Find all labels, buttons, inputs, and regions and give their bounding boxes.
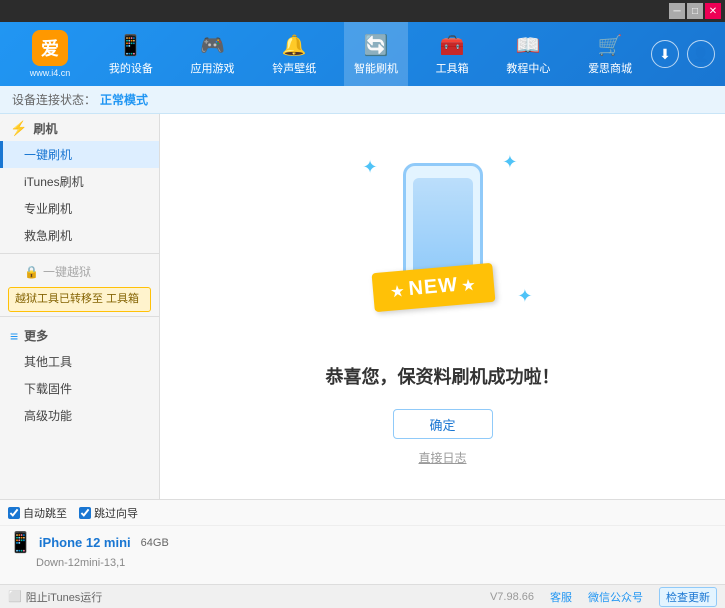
nav-label-app-games: 应用游戏 xyxy=(191,60,235,76)
sparkle-1: ✦ xyxy=(363,157,378,178)
jailbreak-label: 一键越狱 xyxy=(43,263,91,280)
bottom-area: 自动跳至 跳过向导 📱 iPhone 12 mini 64GB Down-12m… xyxy=(0,499,725,584)
header: 爱 www.i4.cn 📱 我的设备 🎮 应用游戏 🔔 铃声壁纸 🔄 智能刷机 🧰 工具箱 📖 教程中… xyxy=(0,22,725,86)
nav-label-smart-flash: 智能刷机 xyxy=(354,60,398,76)
flash-section-label: 刷机 xyxy=(33,120,57,137)
sidebar-item-itunes-flash[interactable]: iTunes刷机 xyxy=(0,168,159,195)
more-section-label: 更多 xyxy=(24,327,48,344)
nav-label-ringtones: 铃声壁纸 xyxy=(272,60,316,76)
nav-item-ringtones[interactable]: 🔔 铃声壁纸 xyxy=(262,22,326,86)
go-again-link[interactable]: 直接日志 xyxy=(418,449,466,466)
sidebar-note-jailbreak: 越狱工具已转移至 工具箱 xyxy=(8,287,151,312)
maximize-button[interactable]: □ xyxy=(687,3,703,19)
sidebar: ⚡ 刷机 一键刷机 iTunes刷机 专业刷机 救急刷机 🔒 一键越狱 越狱工具… xyxy=(0,114,160,499)
sidebar-item-advanced[interactable]: 高级功能 xyxy=(0,402,159,429)
nav-label-toolbox: 工具箱 xyxy=(436,60,469,76)
via-guide-label: 跳过向导 xyxy=(94,505,138,521)
nav-icon-smart-flash: 🔄 xyxy=(364,33,389,58)
sidebar-item-one-click-flash[interactable]: 一键刷机 xyxy=(0,141,159,168)
nav-icon-my-device: 📱 xyxy=(118,33,143,58)
phone-screen xyxy=(413,178,473,278)
main-layout: ⚡ 刷机 一键刷机 iTunes刷机 专业刷机 救急刷机 🔒 一键越狱 越狱工具… xyxy=(0,114,725,499)
sparkle-2: ✦ xyxy=(502,152,517,173)
sparkle-3: ✦ xyxy=(517,286,532,307)
version-text: V7.98.66 xyxy=(490,591,534,603)
sidebar-section-flash: ⚡ 刷机 xyxy=(0,114,159,141)
nav-item-app-games[interactable]: 🎮 应用游戏 xyxy=(181,22,245,86)
footer-bar: ⬜ 阻止iTunes运行 V7.98.66 客服 微信公众号 检查更新 xyxy=(0,584,725,608)
checkbox-row: 自动跳至 跳过向导 xyxy=(0,500,725,526)
itunes-label: 阻止iTunes运行 xyxy=(26,589,103,605)
status-bar: 设备连接状态： 正常模式 xyxy=(0,86,725,114)
customer-service-link[interactable]: 客服 xyxy=(550,589,572,605)
sidebar-item-other-tools[interactable]: 其他工具 xyxy=(0,348,159,375)
via-guide-input[interactable] xyxy=(79,507,91,519)
device-icon: 📱 xyxy=(8,530,33,555)
nav-icon-tutorial: 📖 xyxy=(516,33,541,58)
sidebar-divider-1 xyxy=(0,253,159,254)
sidebar-item-download-fw[interactable]: 下载固件 xyxy=(0,375,159,402)
auto-jump-label: 自动跳至 xyxy=(23,505,67,521)
logo-url: www.i4.cn xyxy=(30,68,71,78)
nav-label-my-device: 我的设备 xyxy=(109,60,153,76)
nav-item-tutorial[interactable]: 📖 教程中心 xyxy=(496,22,560,86)
itunes-status[interactable]: ⬜ 阻止iTunes运行 xyxy=(8,589,102,605)
nav-label-shop: 爱思商城 xyxy=(588,60,632,76)
content-area: ✦ ✦ ✦ NEW 恭喜您，保资料刷机成功啦！ 确定 直接日志 xyxy=(160,114,725,499)
nav-icon-app-games: 🎮 xyxy=(200,33,225,58)
new-ribbon: NEW xyxy=(371,263,495,312)
sidebar-disabled-jailbreak: 🔒 一键越狱 xyxy=(0,258,159,285)
itunes-icon: ⬜ xyxy=(8,590,22,603)
sidebar-divider-2 xyxy=(0,316,159,317)
nav-item-my-device[interactable]: 📱 我的设备 xyxy=(99,22,163,86)
device-name: iPhone 12 mini xyxy=(39,535,131,550)
title-bar: ─ □ ✕ xyxy=(0,0,725,22)
logo-icon: 爱 xyxy=(32,30,68,66)
device-model-row: Down-12mini-13,1 xyxy=(0,557,725,569)
sidebar-section-more: ≡ 更多 xyxy=(0,321,159,348)
nav-label-tutorial: 教程中心 xyxy=(506,60,550,76)
success-message: 恭喜您，保资料刷机成功啦！ xyxy=(326,363,560,389)
more-section-icon: ≡ xyxy=(10,328,18,344)
auto-jump-checkbox[interactable]: 自动跳至 xyxy=(8,505,67,521)
device-capacity: 64GB xyxy=(141,537,169,549)
status-label: 设备连接状态： xyxy=(12,91,96,108)
nav-icon-toolbox: 🧰 xyxy=(440,33,465,58)
device-model: Down-12mini-13,1 xyxy=(36,557,125,569)
nav-item-shop[interactable]: 🛒 爱思商城 xyxy=(578,22,642,86)
close-button[interactable]: ✕ xyxy=(705,3,721,19)
sidebar-item-pro-flash[interactable]: 专业刷机 xyxy=(0,195,159,222)
download-button[interactable]: ⬇ xyxy=(651,40,679,68)
footer-right: V7.98.66 客服 微信公众号 检查更新 xyxy=(490,587,717,607)
hero-graphic: ✦ ✦ ✦ NEW xyxy=(343,147,543,347)
user-button[interactable]: 👤 xyxy=(687,40,715,68)
sidebar-item-save-flash[interactable]: 救急刷机 xyxy=(0,222,159,249)
nav-items: 📱 我的设备 🎮 应用游戏 🔔 铃声壁纸 🔄 智能刷机 🧰 工具箱 📖 教程中心 🛒 爱思商城 xyxy=(90,22,651,86)
confirm-button[interactable]: 确定 xyxy=(393,409,493,439)
nav-icon-ringtones: 🔔 xyxy=(282,33,307,58)
via-guide-checkbox[interactable]: 跳过向导 xyxy=(79,505,138,521)
wechat-link[interactable]: 微信公众号 xyxy=(588,589,643,605)
nav-right: ⬇ 👤 xyxy=(651,40,715,68)
nav-item-smart-flash[interactable]: 🔄 智能刷机 xyxy=(344,22,408,86)
auto-jump-input[interactable] xyxy=(8,507,20,519)
flash-section-icon: ⚡ xyxy=(10,120,27,137)
status-value: 正常模式 xyxy=(100,91,148,108)
minimize-button[interactable]: ─ xyxy=(669,3,685,19)
logo[interactable]: 爱 www.i4.cn xyxy=(10,30,90,78)
nav-icon-shop: 🛒 xyxy=(598,33,623,58)
lock-icon: 🔒 xyxy=(24,265,39,279)
nav-item-toolbox[interactable]: 🧰 工具箱 xyxy=(426,22,479,86)
device-row: 📱 iPhone 12 mini 64GB xyxy=(0,526,725,557)
update-button[interactable]: 检查更新 xyxy=(659,587,717,607)
